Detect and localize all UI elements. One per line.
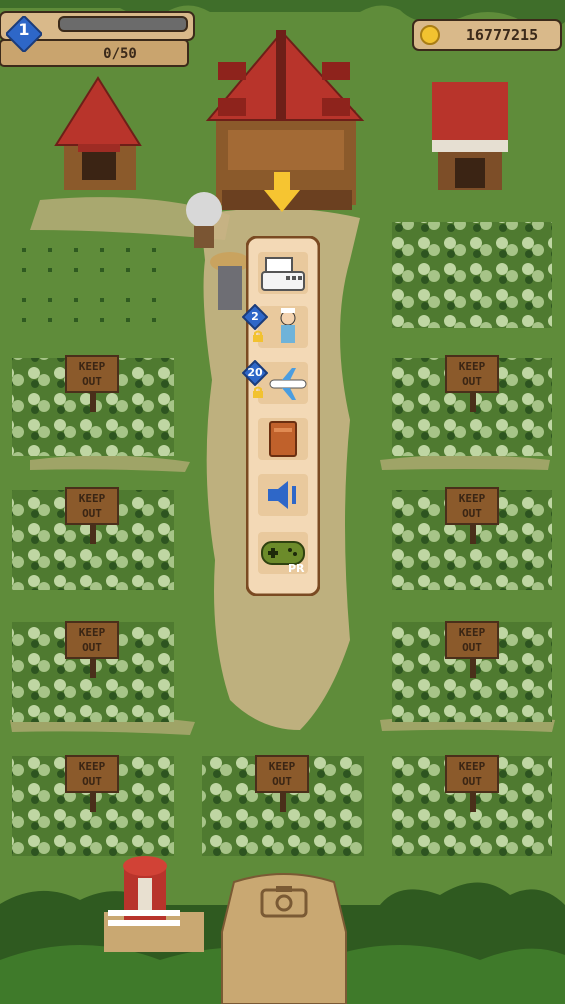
xp-progress-bar	[58, 16, 188, 32]
level-number: 1	[18, 20, 30, 39]
svg-text:OUT: OUT	[82, 375, 102, 388]
speaker-icon	[258, 474, 308, 516]
svg-text:KEEP: KEEP	[79, 760, 106, 773]
xp-text: 0/50	[103, 46, 137, 62]
airplane-button[interactable]: 20	[242, 360, 310, 406]
unlock-level: 2	[251, 310, 259, 323]
svg-text:OUT: OUT	[82, 641, 102, 654]
hire-worker-button[interactable]: 2	[242, 304, 310, 350]
pr-label: PR	[288, 562, 305, 575]
svg-text:KEEP: KEEP	[459, 492, 486, 505]
sound-toggle-button[interactable]	[256, 472, 310, 518]
level-panel: 1 0/50	[0, 10, 196, 68]
svg-text:OUT: OUT	[462, 775, 482, 788]
coin-amount: 16777215	[465, 26, 539, 44]
svg-text:OUT: OUT	[462, 641, 482, 654]
svg-text:OUT: OUT	[82, 507, 102, 520]
cash-register-button[interactable]	[256, 250, 310, 296]
svg-text:KEEP: KEEP	[79, 360, 106, 373]
svg-text:OUT: OUT	[462, 375, 482, 388]
coin-icon	[420, 25, 440, 45]
unlock-level: 20	[247, 366, 263, 379]
market-stall	[432, 82, 508, 190]
gamepad-pr-button[interactable]: PR	[256, 530, 310, 576]
book-icon	[258, 418, 308, 460]
cash-register-icon	[258, 252, 308, 294]
crop-field	[392, 222, 552, 328]
svg-text:OUT: OUT	[82, 775, 102, 788]
svg-text:KEEP: KEEP	[269, 760, 296, 773]
svg-text:KEEP: KEEP	[459, 360, 486, 373]
svg-text:OUT: OUT	[462, 507, 482, 520]
lock-icon	[253, 330, 263, 342]
lock-icon	[253, 386, 263, 398]
svg-text:KEEP: KEEP	[459, 626, 486, 639]
svg-text:OUT: OUT	[272, 775, 292, 788]
camera-button[interactable]	[214, 872, 354, 1004]
svg-text:KEEP: KEEP	[459, 760, 486, 773]
svg-text:KEEP: KEEP	[79, 626, 106, 639]
svg-text:KEEP: KEEP	[79, 492, 106, 505]
book-button[interactable]	[256, 416, 310, 462]
